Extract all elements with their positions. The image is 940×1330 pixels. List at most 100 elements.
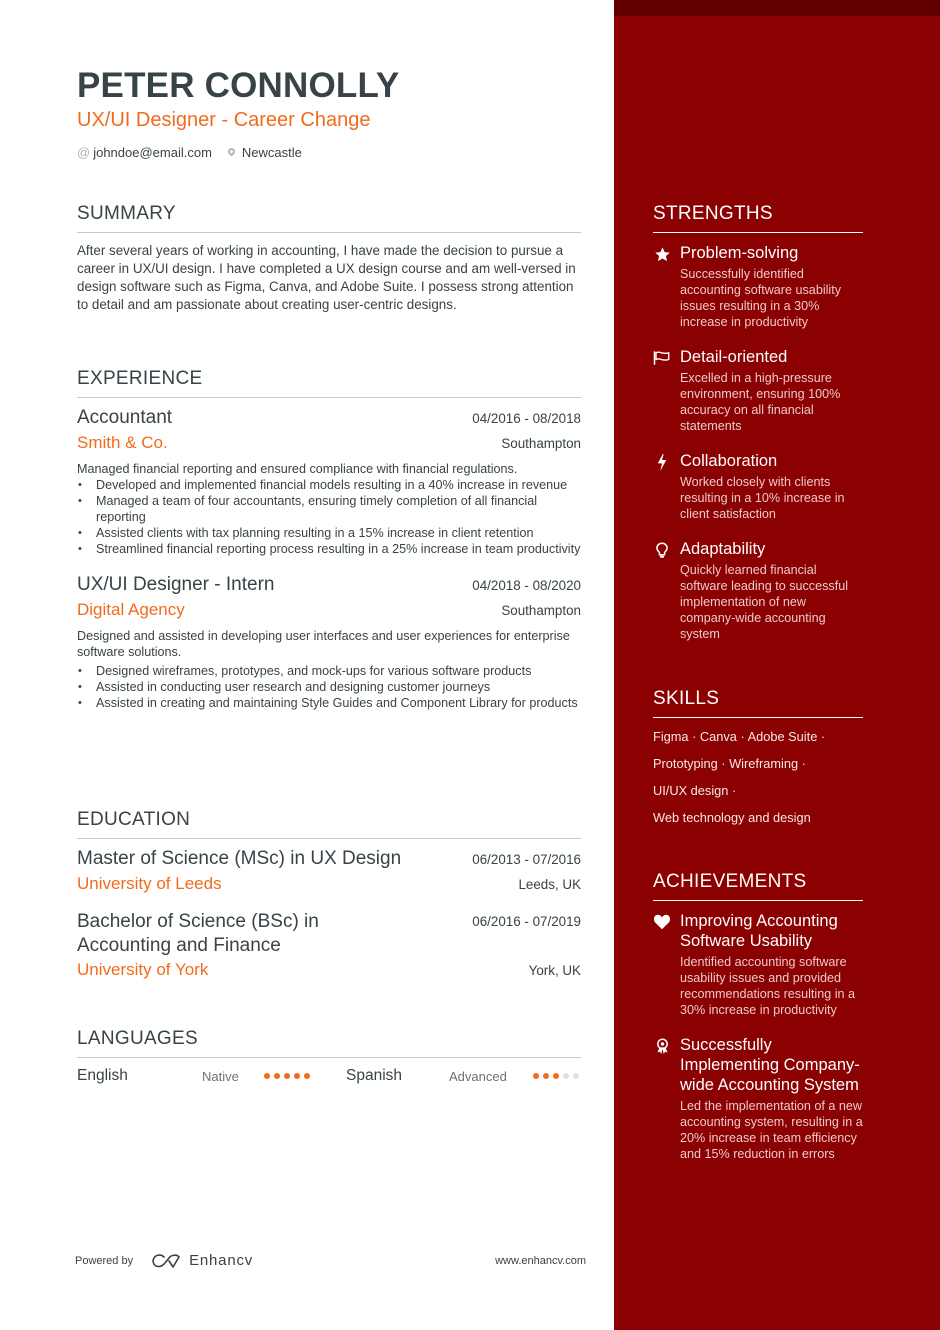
- achievement-description: Identified accounting software usability…: [680, 955, 856, 1017]
- strength-item: Problem-solving Successfully identified …: [653, 243, 863, 330]
- degree: Bachelor of Science (BSc) in Accounting …: [77, 911, 319, 956]
- achievement-title: Improving Accounting Software Usability: [680, 912, 838, 950]
- lightning-icon: [653, 453, 671, 471]
- language-item: Spanish Advanced: [346, 1067, 581, 1085]
- bullet-item: Streamlined financial reporting process …: [77, 541, 581, 557]
- skill-line: UI/UX design ·: [653, 783, 737, 798]
- achievements-section: ACHIEVEMENTS Improving Accounting Softwa…: [653, 871, 863, 1162]
- achievement-item: Successfully Implementing Company-wide A…: [653, 1035, 863, 1162]
- education-dates: 06/2016 - 07/2019: [472, 914, 581, 929]
- location-contact: Newcastle: [226, 145, 302, 160]
- footer-url[interactable]: www.enhancv.com: [495, 1255, 586, 1267]
- summary-text: After several years of working in accoun…: [77, 243, 576, 312]
- bullet-item: Designed wireframes, prototypes, and moc…: [77, 663, 581, 679]
- experience-section: EXPERIENCE Accountant 04/2016 - 08/2018 …: [77, 368, 581, 711]
- strength-description: Successfully identified accounting softw…: [680, 267, 842, 329]
- school-location: Leeds, UK: [518, 877, 581, 892]
- company-name: Digital Agency: [77, 600, 185, 619]
- section-title: EDUCATION: [77, 809, 581, 839]
- language-rating: [264, 1073, 310, 1079]
- enhancv-logo-icon: [152, 1253, 180, 1268]
- sidebar: STRENGTHS Problem-solving Successfully i…: [614, 0, 940, 1330]
- experience-entry: Accountant 04/2016 - 08/2018 Smith & Co.…: [77, 407, 581, 557]
- bullet-item: Developed and implemented financial mode…: [77, 477, 581, 493]
- candidate-headline: UX/UI Designer - Career Change: [77, 109, 371, 131]
- footer: Powered by Enhancv www.enhancv.com: [75, 1252, 586, 1269]
- strength-description: Quickly learned financial software leadi…: [680, 563, 849, 641]
- section-title: ACHIEVEMENTS: [653, 871, 863, 901]
- rating-dot-filled: [274, 1073, 280, 1079]
- skills-section: SKILLS Figma · Canva · Adobe Suite · Pro…: [653, 688, 863, 826]
- school-location: York, UK: [528, 963, 581, 978]
- rating-dot-filled: [553, 1073, 559, 1079]
- heart-icon: [653, 913, 671, 931]
- bullet-item: Assisted clients with tax planning resul…: [77, 525, 581, 541]
- brand-name: Enhancv: [189, 1252, 254, 1269]
- language-rating: [533, 1073, 579, 1079]
- section-title: LANGUAGES: [77, 1028, 581, 1058]
- bullet-item: Assisted in conducting user research and…: [77, 679, 581, 695]
- company-name: Smith & Co.: [77, 433, 168, 452]
- school-name: University of York: [77, 960, 209, 979]
- lightbulb-icon: [653, 541, 671, 559]
- languages-list: English Native Spanish Advanced: [77, 1067, 581, 1085]
- job-bullets: Designed wireframes, prototypes, and moc…: [77, 663, 581, 711]
- at-icon: @: [77, 145, 91, 160]
- language-level: Advanced: [449, 1068, 507, 1084]
- strength-title: Problem-solving: [680, 244, 799, 262]
- rating-dot-filled: [304, 1073, 310, 1079]
- strength-title: Adaptability: [680, 540, 766, 558]
- section-title: SKILLS: [653, 688, 863, 718]
- degree: Master of Science (MSc) in UX Design: [77, 848, 402, 869]
- rating-dot-empty: [573, 1073, 579, 1079]
- strength-title: Collaboration: [680, 452, 778, 470]
- strength-item: Adaptability Quickly learned financial s…: [653, 539, 863, 642]
- strength-title: Detail-oriented: [680, 348, 788, 366]
- award-medal-icon: [653, 1037, 671, 1055]
- language-name: Spanish: [346, 1067, 403, 1084]
- job-description: Managed financial reporting and ensured …: [77, 462, 518, 476]
- skill-line: Figma · Canva · Adobe Suite ·: [653, 729, 826, 744]
- job-title: UX/UI Designer - Intern: [77, 574, 275, 595]
- bullet-item: Assisted in creating and maintaining Sty…: [77, 695, 581, 711]
- education-entry: Bachelor of Science (BSc) in Accounting …: [77, 910, 581, 980]
- job-title: Accountant: [77, 407, 173, 428]
- languages-section: LANGUAGES English Native Spanish Advance…: [77, 1028, 581, 1085]
- education-dates: 06/2013 - 07/2016: [472, 852, 581, 867]
- enhancv-logo[interactable]: Enhancv: [151, 1252, 253, 1269]
- job-bullets: Developed and implemented financial mode…: [77, 477, 581, 557]
- powered-by: Powered by Enhancv: [75, 1252, 253, 1269]
- location-text: Newcastle: [241, 145, 302, 160]
- summary-section: SUMMARY After several years of working i…: [77, 203, 581, 314]
- education-entry: Master of Science (MSc) in UX Design 06/…: [77, 848, 581, 894]
- rating-dot-filled: [533, 1073, 539, 1079]
- powered-by-label: Powered by: [75, 1254, 134, 1267]
- section-title: EXPERIENCE: [77, 368, 581, 398]
- job-dates: 04/2016 - 08/2018: [472, 411, 581, 426]
- strengths-section: STRENGTHS Problem-solving Successfully i…: [653, 203, 863, 642]
- email-text: johndoe@email.com: [93, 145, 212, 160]
- job-dates: 04/2018 - 08/2020: [472, 578, 581, 593]
- email-contact[interactable]: @ johndoe@email.com: [77, 145, 212, 160]
- strength-description: Excelled in a high-pressure environment,…: [680, 371, 841, 433]
- strength-item: Collaboration Worked closely with client…: [653, 451, 863, 522]
- bullet-item: Managed a team of four accountants, ensu…: [77, 493, 581, 525]
- contact-info: @ johndoe@email.com Newcastle: [77, 145, 316, 160]
- strength-item: Detail-oriented Excelled in a high-press…: [653, 347, 863, 434]
- achievement-title: Successfully Implementing Company-wide A…: [680, 1036, 860, 1094]
- rating-dot-filled: [294, 1073, 300, 1079]
- rating-dot-filled: [543, 1073, 549, 1079]
- education-section: EDUCATION Master of Science (MSc) in UX …: [77, 809, 581, 980]
- star-icon: [653, 245, 671, 263]
- achievement-item: Improving Accounting Software Usability …: [653, 911, 863, 1018]
- rating-dot-filled: [284, 1073, 290, 1079]
- school-name: University of Leeds: [77, 874, 222, 893]
- job-description: Designed and assisted in developing user…: [77, 629, 570, 659]
- section-title: SUMMARY: [77, 203, 581, 233]
- language-name: English: [77, 1067, 128, 1084]
- job-location: Southampton: [501, 603, 581, 618]
- map-pin-icon: [226, 146, 237, 157]
- language-level: Native: [202, 1068, 239, 1084]
- section-title: STRENGTHS: [653, 203, 863, 233]
- language-item: English Native: [77, 1067, 346, 1085]
